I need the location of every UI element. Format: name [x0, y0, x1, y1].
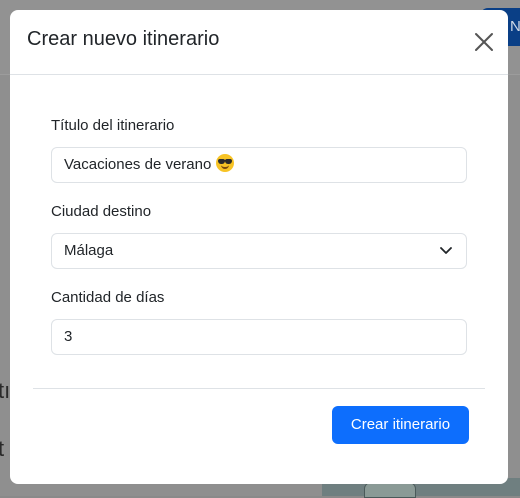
city-select[interactable]: Málaga	[51, 233, 467, 269]
days-input-value: 3	[64, 328, 73, 345]
background-text: t	[0, 436, 5, 461]
create-itinerary-button[interactable]: Crear itinerario	[332, 406, 469, 444]
modal-title: Crear nuevo itinerario	[27, 28, 220, 50]
modal-header: Crear nuevo itinerario	[10, 10, 508, 75]
title-input[interactable]: Vacaciones de verano	[51, 147, 467, 183]
title-field-label: Título del itinerario	[51, 117, 175, 134]
chevron-down-icon	[440, 247, 452, 254]
close-button[interactable]	[472, 30, 496, 54]
background-text: tı	[0, 378, 11, 403]
close-icon	[475, 33, 493, 51]
modal-footer-divider	[33, 388, 485, 389]
city-select-value: Málaga	[64, 242, 114, 259]
title-input-value: Vacaciones de verano	[64, 156, 212, 173]
days-input[interactable]: 3	[51, 319, 467, 355]
city-field-label: Ciudad destino	[51, 203, 152, 220]
create-itinerary-modal: Crear nuevo itinerario Título del itiner…	[10, 10, 508, 484]
days-field-label: Cantidad de días	[51, 289, 165, 306]
sunglasses-face-icon	[216, 154, 235, 172]
